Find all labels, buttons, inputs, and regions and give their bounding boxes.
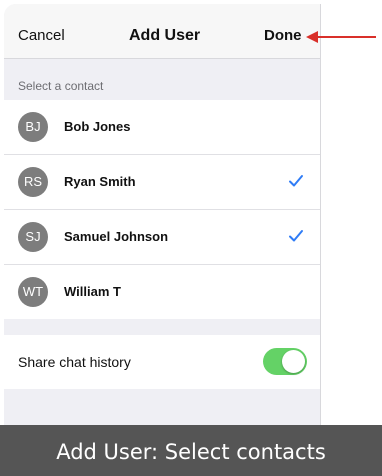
contact-name: William T	[64, 284, 121, 299]
caption-text: Add User: Select contacts	[56, 440, 326, 464]
checkmark-icon	[289, 230, 303, 242]
contact-list: BJ Bob Jones RS Ryan Smith SJ Samuel Joh…	[4, 100, 320, 319]
checkmark-icon	[289, 175, 303, 187]
avatar: WT	[18, 277, 48, 307]
share-history-toggle[interactable]	[263, 348, 307, 375]
share-history-row: Share chat history	[4, 335, 320, 389]
done-button[interactable]: Done	[264, 27, 302, 44]
add-user-panel: Cancel Add User Done Select a contact BJ…	[4, 4, 321, 476]
page-title: Add User	[129, 27, 201, 44]
toggle-knob	[282, 350, 305, 373]
avatar: RS	[18, 167, 48, 197]
screenshot-frame: Cancel Add User Done Select a contact BJ…	[0, 0, 382, 476]
contact-name: Ryan Smith	[64, 174, 136, 189]
contact-row-william-t[interactable]: WT William T	[4, 265, 320, 319]
contact-name: Bob Jones	[64, 119, 131, 134]
contact-name: Samuel Johnson	[64, 229, 169, 244]
navigation-bar: Cancel Add User Done	[4, 4, 320, 59]
contact-row-ryan-smith[interactable]: RS Ryan Smith	[4, 155, 320, 210]
arrow-left-icon	[306, 31, 376, 43]
avatar: BJ	[18, 112, 48, 142]
cancel-button[interactable]: Cancel	[18, 27, 65, 44]
caption-bar: Add User: Select contacts	[0, 425, 382, 476]
contact-row-bob-jones[interactable]: BJ Bob Jones	[4, 100, 320, 155]
share-history-label: Share chat history	[18, 354, 131, 370]
contact-row-samuel-johnson[interactable]: SJ Samuel Johnson	[4, 210, 320, 265]
section-header-contacts: Select a contact	[18, 79, 104, 93]
avatar: SJ	[18, 222, 48, 252]
